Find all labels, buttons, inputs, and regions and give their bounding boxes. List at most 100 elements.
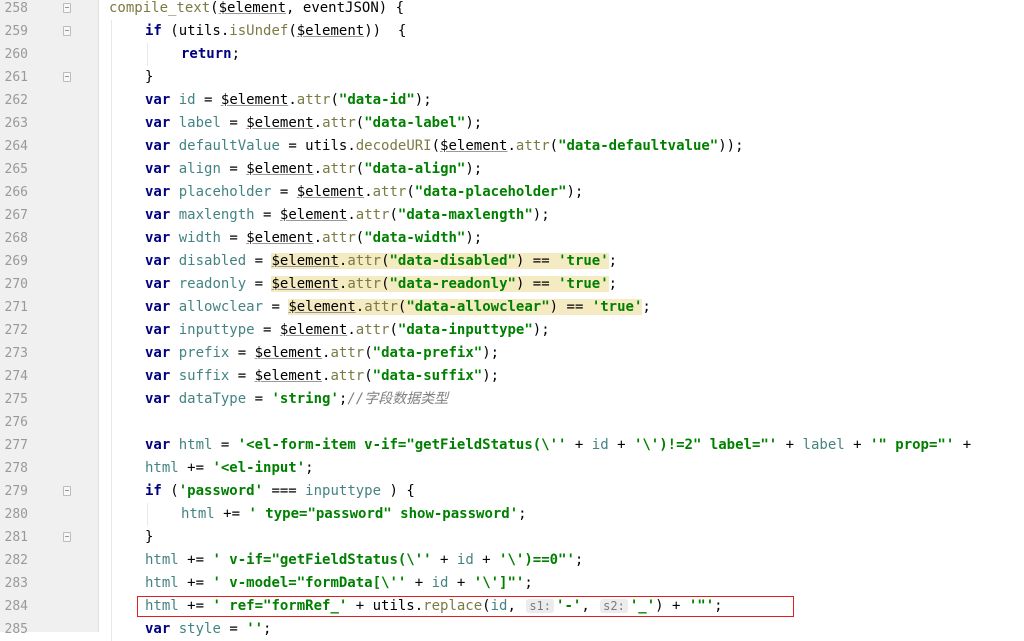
code-line[interactable]: 268 var width = $element.attr("data-width… bbox=[0, 227, 1024, 250]
code-token: "data-disabled" bbox=[389, 253, 516, 269]
code-token: align bbox=[178, 161, 221, 177]
code-token: attr bbox=[322, 115, 356, 131]
code-line[interactable]: 279 if ('password' === inputtype ) { bbox=[0, 480, 1024, 503]
code-token: "data-allowclear" bbox=[406, 299, 550, 315]
code-token: + bbox=[566, 437, 592, 453]
code-token: disabled bbox=[178, 253, 247, 269]
code-token: + bbox=[844, 437, 870, 453]
code-token: ( bbox=[389, 207, 398, 223]
code-line[interactable]: 274 var suffix = $element.attr("data-suff… bbox=[0, 365, 1024, 388]
code-token: ' type="password" show-password' bbox=[248, 506, 519, 522]
fold-marker-icon[interactable] bbox=[63, 26, 71, 36]
code-line[interactable]: 278 html += '<el-input'; bbox=[0, 457, 1024, 480]
code-token: "data-inputtype" bbox=[397, 322, 533, 338]
code-token: defaultValue bbox=[178, 138, 280, 154]
indent-guide bbox=[111, 503, 112, 526]
code-line[interactable]: 282 html += ' v-if="getFieldStatus(\'' + … bbox=[0, 549, 1024, 572]
code-line[interactable]: 265 var align = $element.attr("data-align… bbox=[0, 158, 1024, 181]
code-token: = bbox=[229, 345, 255, 361]
fold-marker-icon[interactable] bbox=[63, 486, 71, 496]
code-line[interactable]: 273 var prefix = $element.attr("data-pref… bbox=[0, 342, 1024, 365]
code-token: attr bbox=[347, 253, 382, 269]
code-text: var maxlength = $element.attr("data-maxl… bbox=[145, 204, 550, 227]
code-line[interactable]: 269 var disabled = $element.attr("data-di… bbox=[0, 250, 1024, 273]
fold-marker-icon[interactable] bbox=[63, 3, 71, 13]
code-token: width bbox=[178, 230, 221, 246]
code-line[interactable]: 264 var defaultValue = utils.decodeURI($e… bbox=[0, 135, 1024, 158]
code-token: 'true' bbox=[558, 253, 609, 269]
code-line[interactable]: 281} bbox=[0, 526, 1024, 549]
line-number: 262 bbox=[4, 93, 28, 108]
line-number: 271 bbox=[4, 300, 28, 315]
line-number: 277 bbox=[4, 438, 28, 453]
code-token: html bbox=[145, 552, 179, 568]
code-line[interactable]: 280 html += ' type="password" show-passwo… bbox=[0, 503, 1024, 526]
code-token: $element bbox=[279, 207, 348, 223]
code-token: maxlength bbox=[178, 207, 255, 223]
code-line[interactable]: 270 var readonly = $element.attr("data-re… bbox=[0, 273, 1024, 296]
line-number: 274 bbox=[4, 369, 28, 384]
line-number: 269 bbox=[4, 254, 28, 269]
code-token: var bbox=[145, 230, 171, 246]
code-token: = utils. bbox=[279, 138, 356, 154]
code-token: attr bbox=[322, 161, 356, 177]
code-token: , eventJSON) { bbox=[286, 0, 405, 16]
code-token: var bbox=[145, 138, 171, 154]
code-token: ( bbox=[355, 230, 365, 246]
code-token: var bbox=[145, 115, 171, 131]
line-number: 275 bbox=[4, 392, 28, 407]
code-line[interactable]: 263 var label = $element.attr("data-label… bbox=[0, 112, 1024, 135]
code-line[interactable]: 259 if (utils.isUndef($element)) { bbox=[0, 20, 1024, 43]
code-editor[interactable]: 258 compile_text($element, eventJSON) {25… bbox=[0, 0, 1024, 641]
fold-marker-icon[interactable] bbox=[63, 532, 71, 542]
code-token: label bbox=[802, 437, 845, 453]
indent-guide bbox=[111, 457, 112, 480]
code-token: = bbox=[246, 253, 272, 269]
code-token: ( bbox=[364, 368, 373, 384]
code-token: "data-width" bbox=[364, 230, 466, 246]
code-line[interactable]: 267 var maxlength = $element.attr("data-m… bbox=[0, 204, 1024, 227]
code-token: + bbox=[448, 575, 474, 591]
line-number: 264 bbox=[4, 139, 28, 154]
code-line[interactable]: 272 var inputtype = $element.attr("data-i… bbox=[0, 319, 1024, 342]
code-token: label bbox=[178, 115, 221, 131]
code-line[interactable]: 258 compile_text($element, eventJSON) { bbox=[0, 0, 1024, 20]
code-line[interactable]: 262 var id = $element.attr("data-id"); bbox=[0, 89, 1024, 112]
code-line[interactable]: 271 var allowclear = $element.attr("data-… bbox=[0, 296, 1024, 319]
code-line[interactable]: 260 return; bbox=[0, 43, 1024, 66]
code-token: . bbox=[313, 115, 323, 131]
code-line[interactable]: 276 bbox=[0, 411, 1024, 434]
code-line[interactable]: 285 var style = ''; bbox=[0, 618, 1024, 641]
code-token: "data-id" bbox=[338, 92, 415, 108]
code-token: attr bbox=[372, 184, 407, 200]
code-token: html bbox=[145, 575, 179, 591]
code-token: = bbox=[212, 437, 238, 453]
code-line[interactable]: 275 var dataType = 'string';//字段数据类型 bbox=[0, 388, 1024, 411]
code-token: dataType bbox=[178, 391, 247, 407]
code-line[interactable]: 283 html += ' v-model="formData[\'' + id … bbox=[0, 572, 1024, 595]
code-line[interactable]: 261} bbox=[0, 66, 1024, 89]
code-token: var bbox=[145, 299, 171, 315]
line-number: 282 bbox=[4, 553, 28, 568]
code-text: } bbox=[145, 526, 153, 549]
code-token: += bbox=[214, 506, 249, 522]
fold-marker-icon[interactable] bbox=[63, 72, 71, 82]
code-token: attr bbox=[296, 92, 331, 108]
code-token: '\']"' bbox=[473, 575, 525, 591]
code-token: "data-readonly" bbox=[389, 276, 516, 292]
code-line[interactable]: 266 var placeholder = $element.attr("data… bbox=[0, 181, 1024, 204]
code-token: = bbox=[263, 299, 289, 315]
code-token: + bbox=[608, 437, 634, 453]
code-token: = bbox=[220, 161, 247, 177]
code-token: //字段数据类型 bbox=[347, 391, 449, 407]
code-line[interactable]: 277 var html = '<el-form-item v-if="getFi… bbox=[0, 434, 1024, 457]
code-token: ( bbox=[406, 184, 415, 200]
code-token: ; bbox=[305, 460, 314, 476]
indent-guide bbox=[111, 112, 112, 135]
code-token: = bbox=[246, 391, 272, 407]
